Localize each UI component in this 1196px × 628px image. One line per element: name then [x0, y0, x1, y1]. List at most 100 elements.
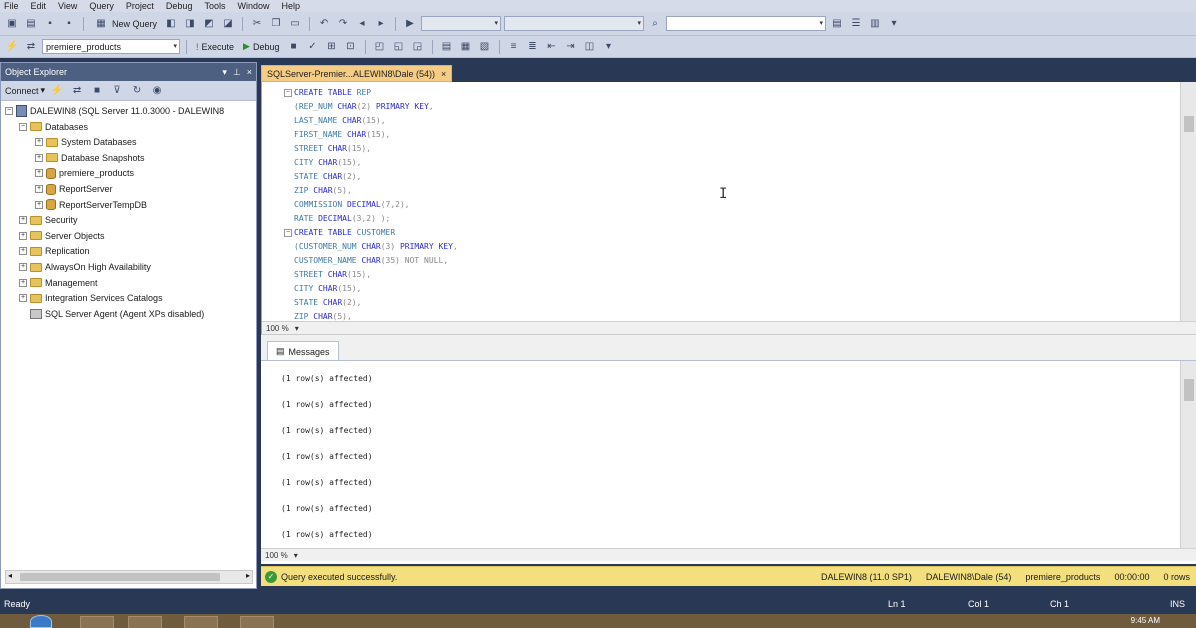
tree-node[interactable]: + ReportServerTempDB: [35, 198, 147, 212]
close-icon[interactable]: ×: [247, 67, 252, 78]
expand-icon[interactable]: +: [19, 294, 27, 303]
display-estimated-plan-icon[interactable]: ⊞: [324, 39, 340, 55]
find-icon[interactable]: ⌕: [647, 16, 663, 32]
taskbar-app-icon[interactable]: [80, 616, 114, 628]
collapse-icon[interactable]: −: [5, 107, 13, 115]
increase-indent-icon[interactable]: ⇥: [563, 39, 579, 55]
panel-menu-icon[interactable]: ▾: [222, 67, 227, 78]
expand-icon[interactable]: +: [19, 247, 27, 256]
tree-node[interactable]: SQL Server Agent (Agent XPs disabled): [19, 307, 204, 321]
parse-icon[interactable]: ✓: [305, 39, 321, 55]
include-actual-plan-icon[interactable]: ◱: [391, 39, 407, 55]
menu-item-debug[interactable]: Debug: [166, 1, 193, 11]
tree-node[interactable]: − DALEWIN8 (SQL Server 11.0.3000 - DALEWI…: [5, 104, 224, 118]
uncomment-icon[interactable]: ≣: [525, 39, 541, 55]
connect-button[interactable]: Connect ▾: [5, 85, 45, 96]
start-button-icon[interactable]: [30, 615, 52, 628]
menu-item-tools[interactable]: Tools: [204, 1, 225, 11]
analysis-query-icon[interactable]: ◨: [182, 16, 198, 32]
tree-node[interactable]: + AlwaysOn High Availability: [19, 260, 151, 274]
database-engine-query-icon[interactable]: ◧: [163, 16, 179, 32]
intellisense-icon[interactable]: ◰: [372, 39, 388, 55]
menu-item-window[interactable]: Window: [237, 1, 269, 11]
taskbar-app-icon[interactable]: [128, 616, 162, 628]
available-databases-dropdown[interactable]: premiere_products ▾: [42, 39, 180, 54]
pin-icon[interactable]: ⊥: [233, 67, 241, 78]
expand-icon[interactable]: +: [19, 263, 27, 271]
results-vertical-scrollbar[interactable]: [1180, 361, 1196, 550]
editor-vertical-scrollbar[interactable]: [1180, 82, 1196, 321]
toolbox-icon[interactable]: ▥: [867, 16, 883, 32]
expand-icon[interactable]: +: [35, 200, 43, 209]
menu-item-query[interactable]: Query: [89, 1, 114, 11]
collapse-icon[interactable]: −: [284, 89, 292, 97]
menu-item-file[interactable]: File: [4, 1, 19, 11]
find-combo[interactable]: ▾: [666, 16, 827, 31]
query-designer-icon[interactable]: ⊡: [343, 39, 359, 55]
tree-node[interactable]: − Databases: [19, 120, 88, 134]
filter-icon[interactable]: ⊽: [109, 83, 125, 99]
save-all-icon[interactable]: ▪: [61, 16, 77, 32]
expand-icon[interactable]: +: [19, 216, 27, 225]
connect-server-icon[interactable]: ⚡: [49, 83, 65, 99]
scroll-left-icon[interactable]: ◂: [8, 571, 12, 580]
solution-configuration-dropdown[interactable]: ▾: [421, 16, 502, 31]
redo-icon[interactable]: ↷: [335, 16, 351, 32]
results-to-file-icon[interactable]: ▧: [477, 39, 493, 55]
menu-item-edit[interactable]: Edit: [31, 1, 47, 11]
results-to-grid-icon[interactable]: ▦: [458, 39, 474, 55]
tree-node[interactable]: + Management: [19, 276, 98, 290]
tree-node[interactable]: + ReportServer: [35, 182, 113, 196]
cancel-query-icon[interactable]: ■: [286, 39, 302, 55]
tree-node[interactable]: + Server Objects: [19, 229, 105, 243]
taskbar-clock[interactable]: 9:45 AM: [1131, 616, 1160, 625]
scrollbar-thumb[interactable]: [1184, 379, 1194, 401]
open-icon[interactable]: ▤: [23, 16, 39, 32]
tree-node[interactable]: + Integration Services Catalogs: [19, 291, 163, 305]
menu-item-project[interactable]: Project: [126, 1, 154, 11]
specify-values-icon[interactable]: ◫: [582, 39, 598, 55]
query-editor[interactable]: − − CREATE TABLE REP (REP_NUM CHAR(2) PRI…: [261, 82, 1196, 334]
activity-monitor-icon[interactable]: ◉: [149, 83, 165, 99]
toolbar-options-icon[interactable]: ▾: [601, 39, 617, 55]
collapse-icon[interactable]: −: [284, 229, 292, 237]
taskbar-app-icon[interactable]: [184, 616, 218, 628]
expand-icon[interactable]: +: [35, 185, 43, 193]
start-debugging-icon[interactable]: ▶: [402, 16, 418, 32]
results-to-text-icon[interactable]: ▤: [439, 39, 455, 55]
expand-icon[interactable]: +: [35, 138, 43, 147]
connect-icon[interactable]: ⚡: [4, 39, 20, 55]
solution-explorer-icon[interactable]: ▤: [829, 16, 845, 32]
dmx-query-icon[interactable]: ◪: [220, 16, 236, 32]
tree-node[interactable]: + Replication: [19, 244, 90, 258]
results-zoom-level[interactable]: 100 %: [265, 551, 288, 560]
copy-icon[interactable]: ❐: [268, 16, 284, 32]
scrollbar-thumb[interactable]: [1184, 116, 1194, 132]
taskbar-app-icon[interactable]: [240, 616, 274, 628]
decrease-indent-icon[interactable]: ⇤: [544, 39, 560, 55]
tab-messages[interactable]: ▤ Messages: [267, 341, 339, 361]
zoom-level[interactable]: 100 %: [266, 324, 289, 333]
expand-icon[interactable]: +: [19, 278, 27, 287]
paste-icon[interactable]: ▭: [287, 16, 303, 32]
tree-node[interactable]: + System Databases: [35, 135, 137, 149]
expand-icon[interactable]: +: [35, 169, 43, 178]
expand-icon[interactable]: +: [35, 153, 43, 162]
tree-node[interactable]: + premiere_products: [35, 166, 134, 180]
mdx-query-icon[interactable]: ◩: [201, 16, 217, 32]
navigate-forward-icon[interactable]: ▸: [373, 16, 389, 32]
change-connection-icon[interactable]: ⇄: [23, 39, 39, 55]
horizontal-scrollbar[interactable]: ◂ ▸: [5, 570, 253, 584]
chevron-down-icon[interactable]: ▾: [295, 324, 299, 333]
options-icon[interactable]: ▾: [886, 16, 902, 32]
disconnect-icon[interactable]: ⇄: [69, 83, 85, 99]
menu-item-view[interactable]: View: [58, 1, 77, 11]
undo-icon[interactable]: ↶: [316, 16, 332, 32]
refresh-icon[interactable]: ↻: [129, 83, 145, 99]
menu-item-help[interactable]: Help: [281, 1, 300, 11]
stop-icon[interactable]: ■: [89, 83, 105, 99]
expand-icon[interactable]: +: [19, 231, 27, 240]
solution-platform-dropdown[interactable]: ▾: [504, 16, 645, 31]
properties-icon[interactable]: ☰: [848, 16, 864, 32]
navigate-back-icon[interactable]: ◂: [354, 16, 370, 32]
